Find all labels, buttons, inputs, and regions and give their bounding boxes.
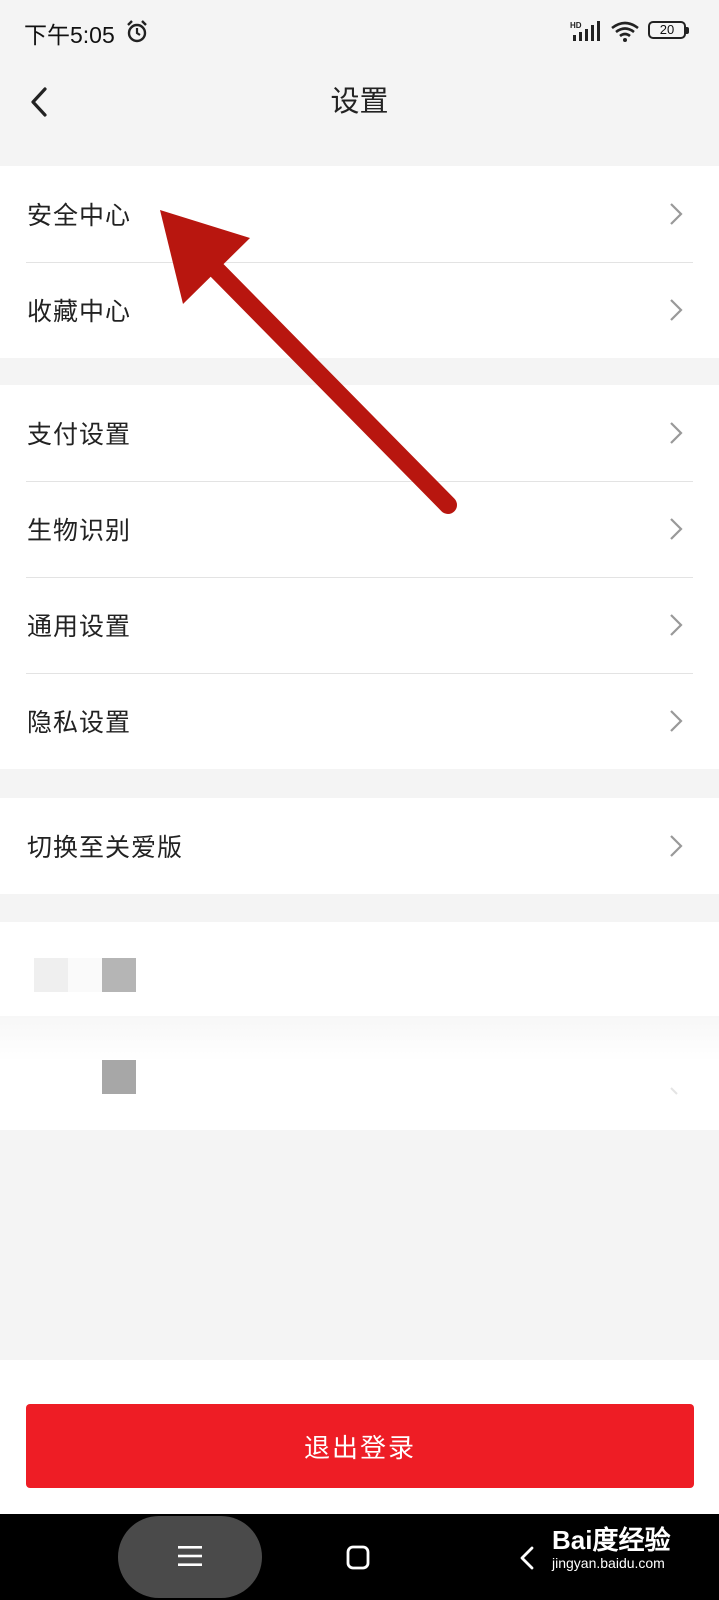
chevron-right-icon <box>670 299 683 321</box>
settings-item-biometrics[interactable]: 生物识别 <box>0 481 719 577</box>
status-bar: 下午5:05 HD 20 <box>0 0 719 64</box>
chevron-right-icon <box>670 422 683 444</box>
status-time: 下午5:05 <box>24 22 115 48</box>
settings-group-2: 支付设置 生物识别 通用设置 隐私设置 <box>0 385 719 769</box>
home-square-icon <box>346 1545 370 1570</box>
system-nav-bar <box>0 1514 719 1600</box>
mosaic-block <box>102 958 136 992</box>
settings-item-favorites-center[interactable]: 收藏中心 <box>0 262 719 358</box>
hd-signal-icon: HD <box>570 21 600 41</box>
settings-item-care-mode[interactable]: 切换至关爱版 <box>0 798 719 894</box>
settings-item-security-center[interactable]: 安全中心 <box>0 166 719 262</box>
settings-item-payment[interactable]: 支付设置 <box>0 385 719 481</box>
chevron-right-icon <box>670 835 683 857</box>
battery-level: 20 <box>659 22 675 37</box>
settings-item-general[interactable]: 通用设置 <box>0 577 719 673</box>
settings-group-1: 安全中心 收藏中心 <box>0 166 719 358</box>
alarm-icon <box>127 20 147 43</box>
item-label: 隐私设置 <box>27 708 132 737</box>
page-title: 设置 <box>330 84 389 118</box>
header: 设置 <box>0 64 719 128</box>
battery-icon: 20 <box>648 21 689 39</box>
chevron-right-icon <box>670 518 683 540</box>
nav-back-button[interactable] <box>514 1542 544 1574</box>
nav-menu-button[interactable] <box>118 1516 262 1598</box>
nav-home-button[interactable] <box>340 1540 376 1576</box>
item-label: 收藏中心 <box>27 297 132 326</box>
chevron-right-icon <box>670 710 683 732</box>
item-label: 通用设置 <box>27 612 132 641</box>
menu-icon <box>178 1546 202 1566</box>
mosaic-block <box>102 1060 136 1094</box>
wifi-icon <box>611 21 639 42</box>
settings-item-privacy[interactable]: 隐私设置 <box>0 673 719 769</box>
back-triangle-icon <box>520 1546 534 1570</box>
chevron-right-icon <box>670 203 683 225</box>
settings-group-3: 切换至关爱版 <box>0 798 719 894</box>
item-label: 安全中心 <box>27 201 132 230</box>
obscured-item-2[interactable] <box>0 1016 719 1130</box>
chevron-right-icon <box>670 1087 678 1095</box>
item-label: 生物识别 <box>27 516 132 545</box>
item-label: 支付设置 <box>27 420 132 449</box>
obscured-item-1[interactable] <box>0 922 719 1016</box>
mosaic-block <box>34 958 68 992</box>
mosaic-block <box>68 958 102 992</box>
svg-text:HD: HD <box>570 21 582 30</box>
chevron-right-icon <box>670 614 683 636</box>
logout-button[interactable]: 退出登录 <box>26 1404 694 1488</box>
item-label: 切换至关爱版 <box>27 833 184 862</box>
logout-area: 退出登录 <box>0 1360 719 1514</box>
